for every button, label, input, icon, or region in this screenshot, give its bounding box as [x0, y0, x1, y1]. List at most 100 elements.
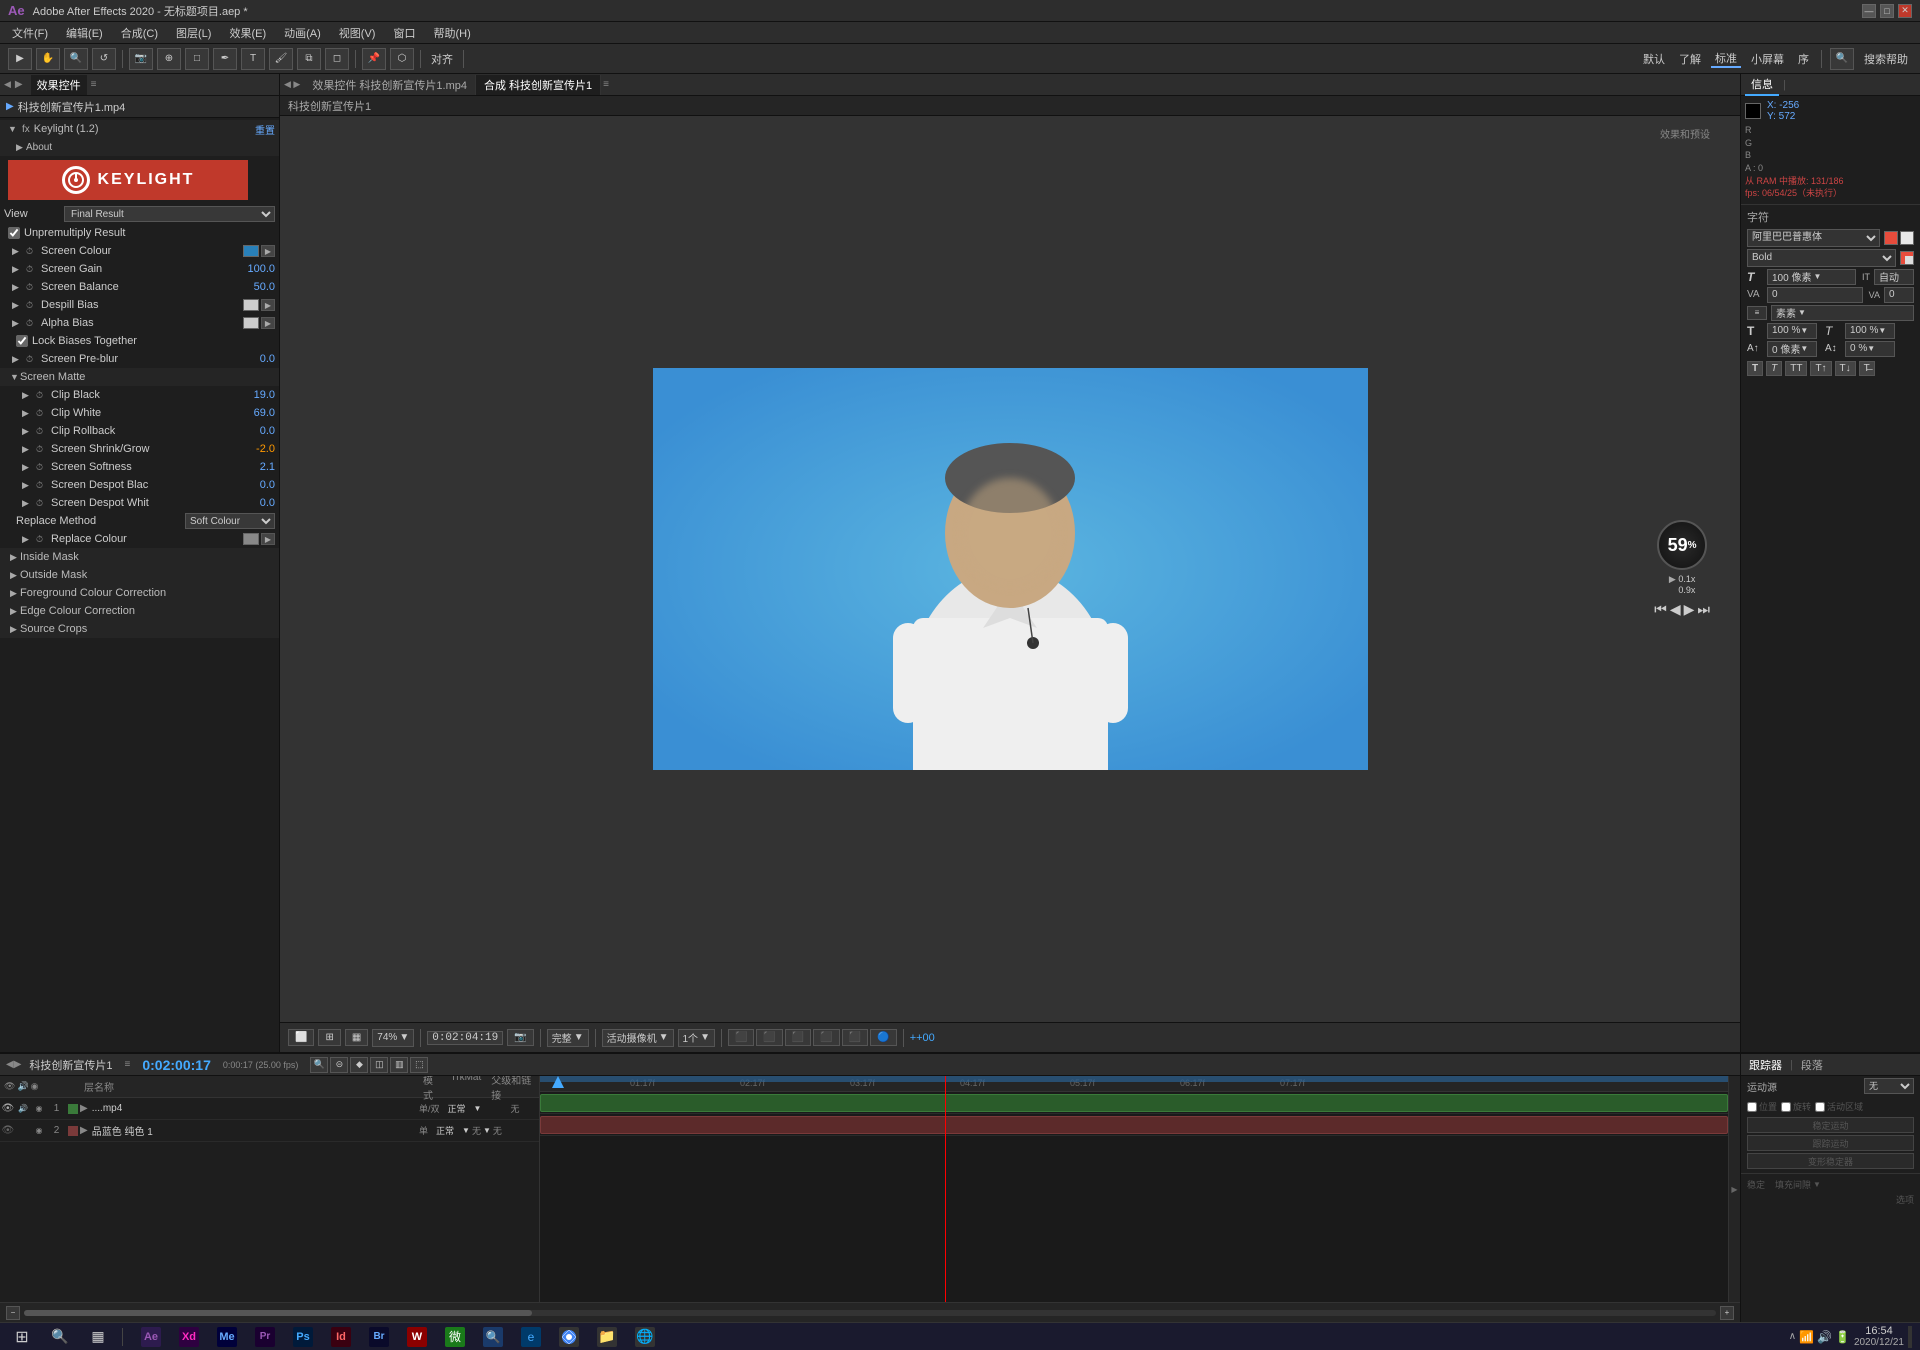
dsb-expand[interactable]: ▶ [22, 480, 32, 491]
tool-camera[interactable]: 📷 [129, 48, 153, 70]
tool-clone[interactable]: ⧉ [297, 48, 321, 70]
ec-expand[interactable]: ▶ [10, 606, 20, 617]
track-clip-2[interactable] [540, 1116, 1728, 1134]
close-button[interactable]: ✕ [1898, 4, 1912, 18]
layer-1-solo[interactable]: ◉ [31, 1098, 47, 1120]
vert-scale-input[interactable]: 100 % ▼ [1767, 323, 1817, 339]
composition-tab[interactable]: 合成 科技创新宣传片1 [476, 75, 601, 95]
safe-zones-btn[interactable]: ▦ [345, 1029, 368, 1046]
work-area-bar[interactable] [540, 1076, 1728, 1082]
font-select[interactable]: 阿里巴巴普惠体 [1747, 229, 1880, 247]
ab-stopwatch[interactable]: ⏱ [26, 318, 33, 329]
screen-softness-value[interactable]: 2.1 [225, 461, 275, 473]
camera-select[interactable]: 活动摄像机 ▼ [602, 1029, 674, 1047]
tool-roto[interactable]: ⬡ [390, 48, 414, 70]
ab-expand[interactable]: ▶ [12, 318, 22, 329]
format-btn-t-up[interactable]: T↑ [1810, 361, 1831, 376]
layer-2-audio[interactable] [16, 1120, 32, 1142]
screen-matte-section[interactable]: ▼ Screen Matte [0, 368, 279, 386]
fg-expand[interactable]: ▶ [10, 588, 20, 599]
sm-expand[interactable]: ▼ [10, 372, 20, 382]
format-btn-t2[interactable]: T [1766, 361, 1782, 376]
taskbar-explorer[interactable]: 🌐 [627, 1325, 663, 1349]
horiz-scale-input[interactable]: 100 % ▼ [1845, 323, 1895, 339]
view-mode-3[interactable]: ⬛ [785, 1029, 811, 1046]
layer-1-audio[interactable]: 🔊 [16, 1098, 32, 1120]
layer-1-mode[interactable]: 正常 [442, 1102, 472, 1115]
cbk-stopwatch[interactable]: ⏱ [36, 390, 43, 401]
tracking-input2[interactable]: 素素 ▼ [1771, 305, 1914, 321]
tray-battery-icon[interactable]: 🔋 [1835, 1330, 1850, 1344]
keylight-header[interactable]: ▼ fx Keylight (1.2) 重置 [0, 120, 279, 138]
clip-rollback-value[interactable]: 0.0 [225, 425, 275, 437]
timeline-zoom-out-btn[interactable]: − [6, 1306, 20, 1320]
taskbar-wps[interactable]: W [399, 1325, 435, 1349]
format-btn-t-dn[interactable]: T↓ [1835, 361, 1856, 376]
minimize-button[interactable]: — [1862, 4, 1876, 18]
play-btn[interactable]: ▶ [1684, 601, 1695, 618]
sb-expand[interactable]: ▶ [12, 282, 22, 293]
playhead[interactable] [945, 1076, 946, 1302]
im-expand[interactable]: ▶ [10, 552, 20, 563]
layer-2-parent[interactable]: 无 [493, 1124, 502, 1137]
scale-checkbox[interactable] [1815, 1102, 1825, 1112]
ss-expand[interactable]: ▶ [22, 444, 32, 455]
layer-2-solo[interactable]: ◉ [31, 1120, 47, 1142]
cw-stopwatch[interactable]: ⏱ [36, 408, 43, 419]
position-checkbox[interactable] [1747, 1102, 1757, 1112]
menu-layer[interactable]: 图层(L) [168, 23, 219, 43]
tool-shape[interactable]: □ [185, 48, 209, 70]
despot-white-value[interactable]: 0.0 [225, 497, 275, 509]
info-tab[interactable]: 信息 [1745, 74, 1779, 96]
screen-preblur-value[interactable]: 0.0 [225, 353, 275, 365]
db-stopwatch[interactable]: ⏱ [26, 300, 33, 311]
taskbar-me[interactable]: Me [209, 1325, 245, 1349]
stroke-swatch[interactable] [1900, 231, 1914, 245]
layer-2-name[interactable]: 品蓝色 纯色 1 [90, 1123, 419, 1138]
menu-help[interactable]: 帮助(H) [425, 23, 478, 43]
spb-stopwatch[interactable]: ⏱ [26, 354, 33, 365]
font-size-input[interactable]: 100 像素 ▼ [1767, 269, 1856, 285]
layer-1-eye[interactable]: 👁 [0, 1098, 16, 1120]
system-clock[interactable]: 16:54 2020/12/21 [1854, 1325, 1904, 1348]
tool-text[interactable]: T [241, 48, 265, 70]
fg-colour-section[interactable]: ▶ Foreground Colour Correction [0, 584, 279, 602]
snapshot-btn[interactable]: 📷 [507, 1029, 533, 1046]
replace-colour-arrow[interactable]: ▶ [261, 533, 275, 545]
layer-1-parent[interactable]: 无 [510, 1102, 519, 1115]
warp-stabilizer-btn[interactable]: 变形稳定器 [1747, 1153, 1914, 1169]
paragraph-tab[interactable]: 段落 [1799, 1057, 1825, 1073]
tsf-input[interactable]: 0 % ▼ [1845, 341, 1895, 357]
spb-expand[interactable]: ▶ [12, 354, 22, 365]
task-view-button[interactable]: ▦ [80, 1325, 116, 1349]
keylight-reset-btn[interactable]: 重置 [255, 122, 275, 137]
show-desktop-btn[interactable] [1908, 1326, 1912, 1348]
menu-window[interactable]: 窗口 [385, 23, 423, 43]
cw-expand[interactable]: ▶ [22, 408, 32, 419]
cr-stopwatch[interactable]: ⏱ [36, 426, 43, 437]
menu-view[interactable]: 视图(V) [331, 23, 384, 43]
timeline-add-marker-btn[interactable]: ◆ [350, 1057, 368, 1073]
format-btn-t-score[interactable]: T̶ [1859, 361, 1875, 376]
menu-animation[interactable]: 动画(A) [276, 23, 329, 43]
kern-input[interactable]: 0 [1767, 287, 1863, 303]
sg-stopwatch[interactable]: ⏱ [26, 264, 33, 275]
motion-source-select[interactable]: 无 [1864, 1078, 1914, 1094]
stabilize-motion-btn[interactable]: 稳定运动 [1747, 1117, 1914, 1133]
tool-eraser[interactable]: ◻ [325, 48, 349, 70]
dsb-stopwatch[interactable]: ⏱ [36, 480, 43, 491]
tool-puppet[interactable]: 📌 [362, 48, 386, 70]
track-clip-1[interactable] [540, 1094, 1728, 1112]
layer-2-expand[interactable]: ▶ [80, 1125, 88, 1136]
timeline-zoom-slider[interactable] [24, 1310, 1716, 1316]
next-frame-btn[interactable]: ⏭ [1697, 601, 1710, 618]
search-button[interactable]: 🔍 [1830, 48, 1854, 70]
zoom-display[interactable]: 74% ▼ [372, 1029, 414, 1047]
screen-balance-value[interactable]: 50.0 [225, 281, 275, 293]
taskbar-wechat[interactable]: 微 [437, 1325, 473, 1349]
sg-expand[interactable]: ▶ [12, 264, 22, 275]
taskbar-folder[interactable]: 📁 [589, 1325, 625, 1349]
unpremultiply-checkbox[interactable] [8, 227, 20, 239]
despill-arrow[interactable]: ▶ [261, 299, 275, 311]
format-btn-tt[interactable]: TT [1785, 361, 1807, 376]
